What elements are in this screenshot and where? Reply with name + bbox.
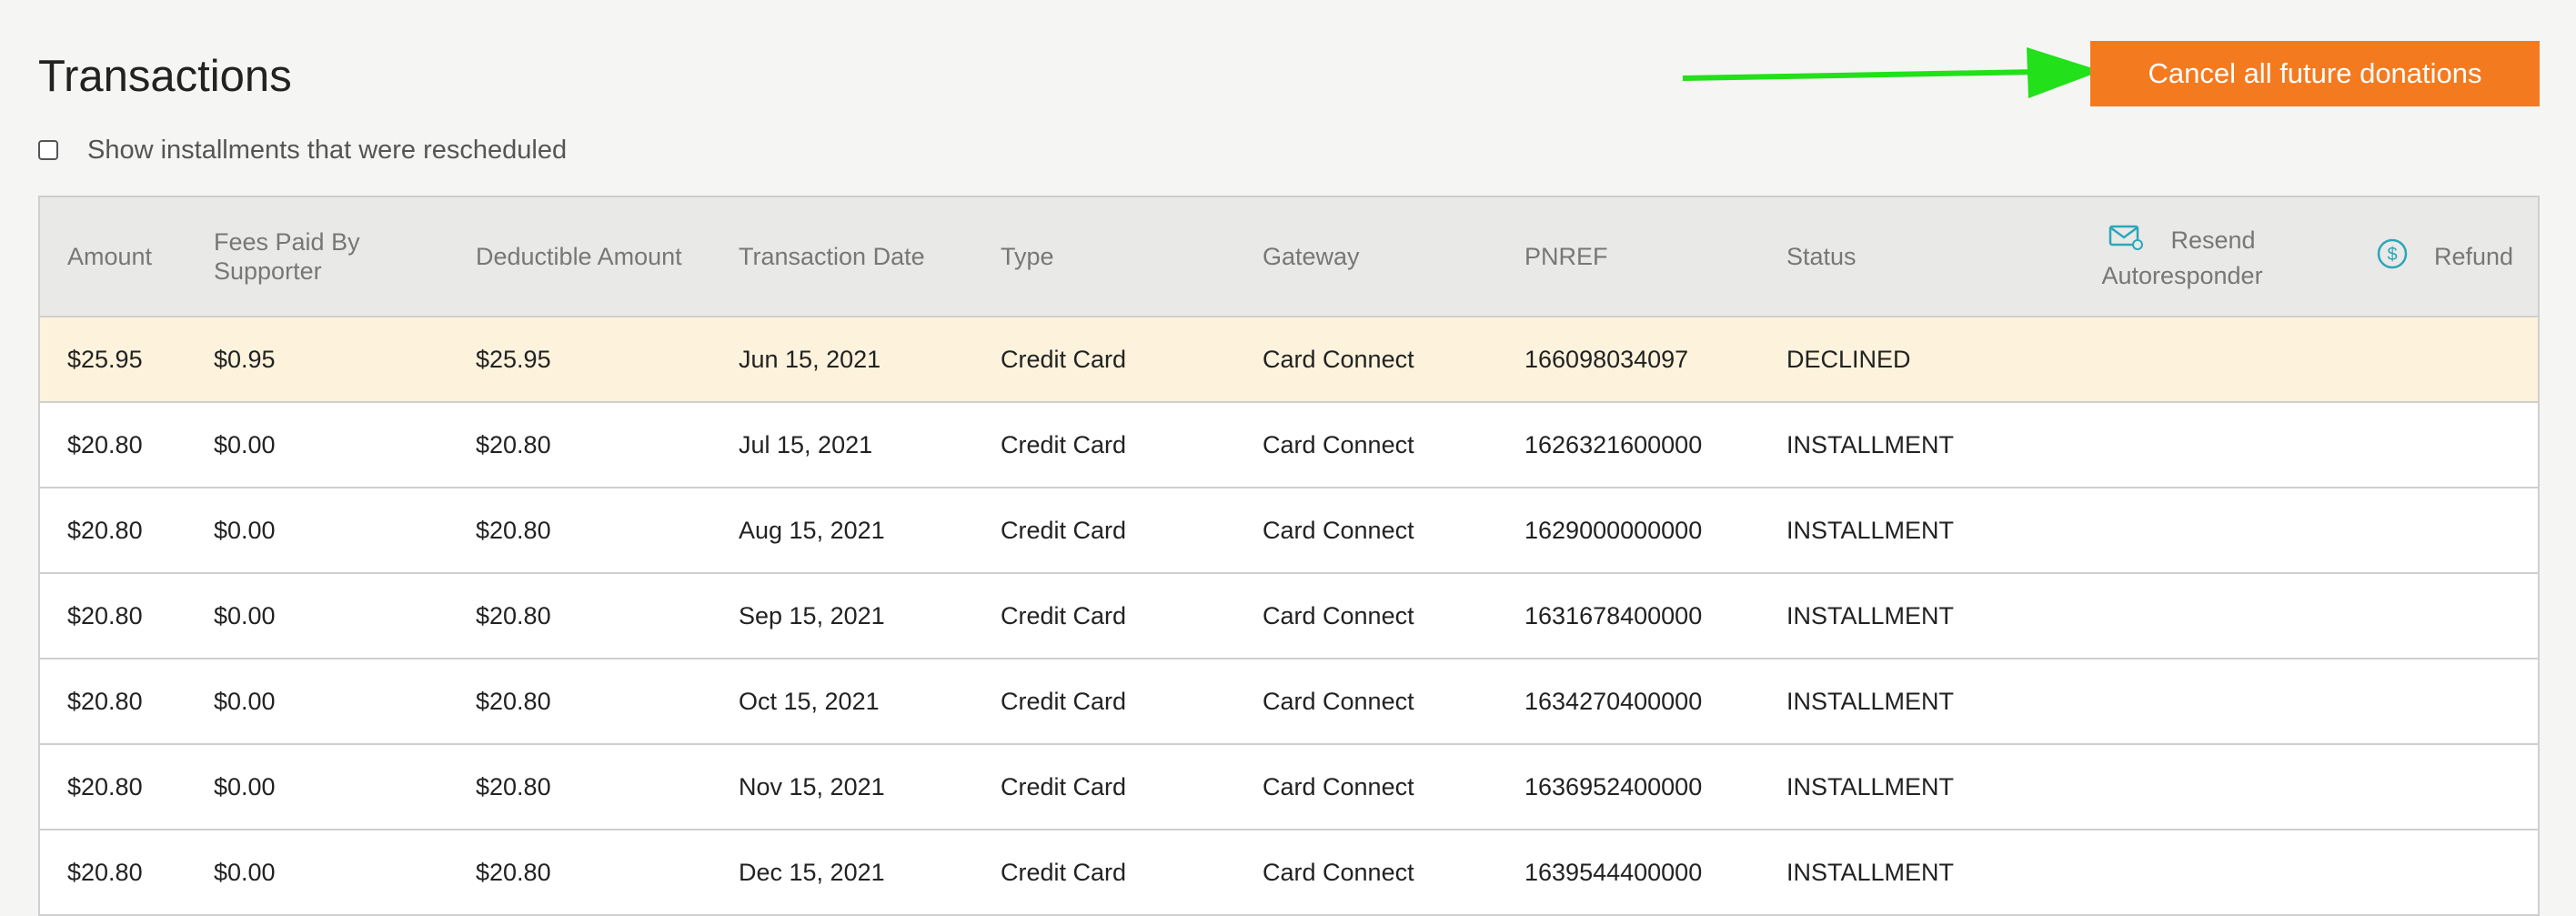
cell-pnref: 1639544400000 bbox=[1524, 858, 1703, 886]
table-row[interactable]: $20.80 $0.00 $20.80 Aug 15, 2021 Credit Card… bbox=[40, 488, 2538, 574]
cell-amount: $20.80 bbox=[67, 858, 143, 886]
cell-amount: $20.80 bbox=[67, 772, 143, 800]
cell-status: INSTALLMENT bbox=[1786, 858, 1955, 886]
header-fees-line2: Supporter bbox=[214, 257, 322, 285]
cell-status: INSTALLMENT bbox=[1786, 772, 1955, 800]
cell-type: Credit Card bbox=[1001, 430, 1127, 458]
header-refund: $ Refund bbox=[2376, 197, 2513, 316]
cell-status: INSTALLMENT bbox=[1786, 601, 1955, 629]
cell-date: Aug 15, 2021 bbox=[739, 516, 885, 544]
cell-amount: $20.80 bbox=[67, 430, 143, 458]
cell-type: Credit Card bbox=[1001, 345, 1127, 373]
cell-gateway: Card Connect bbox=[1263, 858, 1414, 886]
show-rescheduled-option[interactable]: Show installments that were rescheduled bbox=[38, 132, 567, 168]
cell-type: Credit Card bbox=[1001, 858, 1127, 886]
cell-fees: $0.00 bbox=[214, 687, 276, 715]
cell-pnref: 1629000000000 bbox=[1524, 516, 1703, 544]
dollar-circle-icon: $ bbox=[2376, 237, 2409, 277]
table-row[interactable]: $20.80 $0.00 $20.80 Oct 15, 2021 Credit Card… bbox=[40, 659, 2538, 745]
cell-gateway: Card Connect bbox=[1263, 687, 1414, 715]
transactions-table: Amount Fees Paid By Supporter Deductible… bbox=[38, 196, 2540, 916]
cell-status: INSTALLMENT bbox=[1786, 687, 1955, 715]
cell-status: DECLINED bbox=[1786, 345, 1911, 373]
header-date[interactable]: Transaction Date bbox=[739, 197, 925, 316]
annotation-arrow-icon bbox=[1683, 47, 2101, 98]
cell-type: Credit Card bbox=[1001, 516, 1127, 544]
cell-fees: $0.00 bbox=[214, 601, 276, 629]
table-row[interactable]: $20.80 $0.00 $20.80 Jul 15, 2021 Credit Card… bbox=[40, 403, 2538, 488]
cell-gateway: Card Connect bbox=[1263, 772, 1414, 800]
cell-type: Credit Card bbox=[1001, 772, 1127, 800]
table-row[interactable]: $20.80 $0.00 $20.80 Sep 15, 2021 Credit Card… bbox=[40, 574, 2538, 659]
cell-gateway: Card Connect bbox=[1263, 430, 1414, 458]
cell-type: Credit Card bbox=[1001, 601, 1127, 629]
cell-amount: $20.80 bbox=[67, 516, 143, 544]
cell-deductible: $20.80 bbox=[476, 858, 551, 886]
table-row[interactable]: $20.80 $0.00 $20.80 Dec 15, 2021 Credit Card… bbox=[40, 830, 2538, 916]
cell-deductible: $25.95 bbox=[476, 345, 551, 373]
cell-amount: $20.80 bbox=[67, 601, 143, 629]
cell-status: INSTALLMENT bbox=[1786, 516, 1955, 544]
cell-fees: $0.00 bbox=[214, 430, 276, 458]
cell-date: Jun 15, 2021 bbox=[739, 345, 881, 373]
header-fees-paid[interactable]: Fees Paid By Supporter bbox=[214, 197, 360, 316]
cell-deductible: $20.80 bbox=[476, 601, 551, 629]
cell-deductible: $20.80 bbox=[476, 772, 551, 800]
cell-deductible: $20.80 bbox=[476, 430, 551, 458]
cell-amount: $25.95 bbox=[67, 345, 143, 373]
header-refund-label: Refund bbox=[2434, 243, 2514, 270]
cell-deductible: $20.80 bbox=[476, 516, 551, 544]
header-resend-autoresponder: Resend Autoresponder bbox=[2073, 197, 2291, 316]
cell-amount: $20.80 bbox=[67, 687, 143, 715]
cell-date: Oct 15, 2021 bbox=[739, 687, 880, 715]
show-rescheduled-checkbox[interactable] bbox=[38, 140, 58, 160]
header-pnref[interactable]: PNREF bbox=[1524, 197, 1608, 316]
cell-status: INSTALLMENT bbox=[1786, 430, 1955, 458]
cell-fees: $0.00 bbox=[214, 772, 276, 800]
cell-date: Jul 15, 2021 bbox=[739, 430, 873, 458]
header-amount[interactable]: Amount bbox=[67, 197, 152, 316]
header-resend-line1: Resend bbox=[2170, 226, 2256, 254]
table-row[interactable]: $25.95 $0.95 $25.95 Jun 15, 2021 Credit Card… bbox=[40, 317, 2538, 403]
envelope-icon bbox=[2108, 224, 2144, 257]
header-deductible[interactable]: Deductible Amount bbox=[476, 197, 682, 316]
cell-gateway: Card Connect bbox=[1263, 345, 1414, 373]
svg-text:$: $ bbox=[2387, 245, 2397, 265]
show-rescheduled-label[interactable]: Show installments that were rescheduled bbox=[87, 136, 567, 166]
cancel-future-donations-button[interactable]: Cancel all future donations bbox=[2090, 41, 2540, 106]
table-body: $25.95 $0.95 $25.95 Jun 15, 2021 Credit Card… bbox=[40, 317, 2538, 916]
cell-pnref: 1634270400000 bbox=[1524, 687, 1703, 715]
header-status[interactable]: Status bbox=[1786, 197, 1857, 316]
cell-type: Credit Card bbox=[1001, 687, 1127, 715]
cell-date: Dec 15, 2021 bbox=[739, 858, 885, 886]
cell-fees: $0.00 bbox=[214, 858, 276, 886]
table-header: Amount Fees Paid By Supporter Deductible… bbox=[40, 197, 2538, 317]
cell-gateway: Card Connect bbox=[1263, 601, 1414, 629]
header-resend-line2: Autoresponder bbox=[2101, 261, 2263, 289]
header-fees-line1: Fees Paid By bbox=[214, 228, 360, 256]
header-gateway[interactable]: Gateway bbox=[1263, 197, 1360, 316]
cell-pnref: 1631678400000 bbox=[1524, 601, 1703, 629]
cell-deductible: $20.80 bbox=[476, 687, 551, 715]
table-row[interactable]: $20.80 $0.00 $20.80 Nov 15, 2021 Credit Card… bbox=[40, 745, 2538, 830]
cell-date: Nov 15, 2021 bbox=[739, 772, 885, 800]
cell-fees: $0.95 bbox=[214, 345, 276, 373]
cell-date: Sep 15, 2021 bbox=[739, 601, 885, 629]
cell-pnref: 166098034097 bbox=[1524, 345, 1689, 373]
header-type[interactable]: Type bbox=[1001, 197, 1054, 316]
cell-gateway: Card Connect bbox=[1263, 516, 1414, 544]
cell-pnref: 1636952400000 bbox=[1524, 772, 1703, 800]
page-title: Transactions bbox=[38, 52, 292, 101]
cell-pnref: 1626321600000 bbox=[1524, 430, 1703, 458]
cell-fees: $0.00 bbox=[214, 516, 276, 544]
